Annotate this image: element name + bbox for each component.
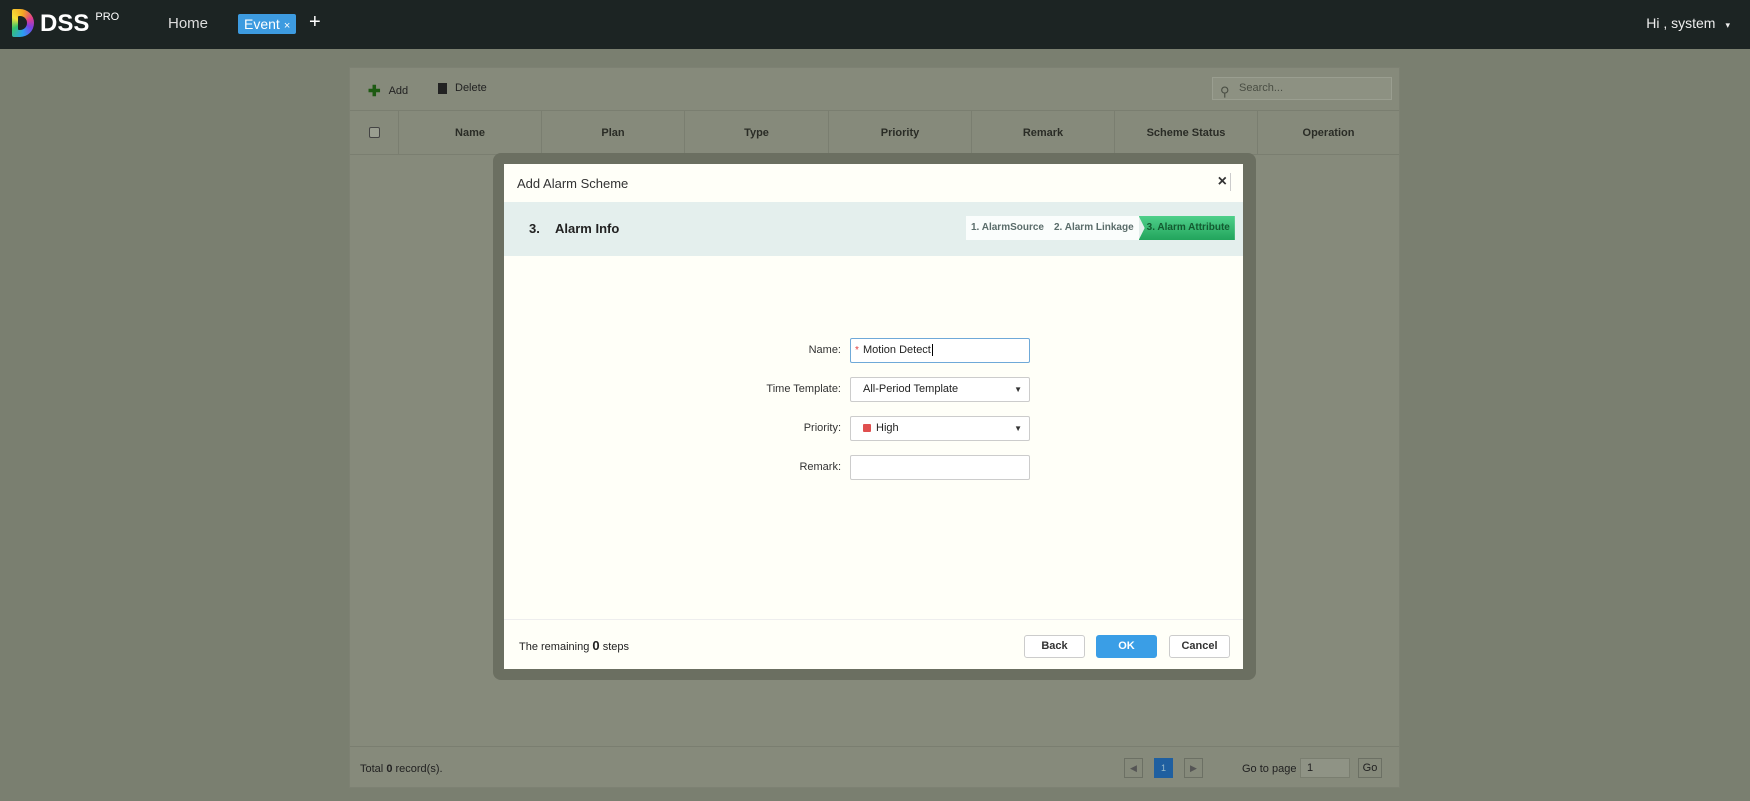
- priority-row: Priority: High ▼: [504, 416, 1243, 441]
- step-title: Alarm Info: [555, 221, 620, 236]
- priority-label: Priority:: [803, 422, 841, 434]
- pagination-bar: Total 0 record(s). ◀ 1 ▶ Go to page 1 Go: [350, 746, 1399, 788]
- user-greeting: Hi , system: [1646, 15, 1716, 31]
- page-1-button[interactable]: 1: [1154, 758, 1173, 778]
- search-input[interactable]: ⚲ Search...: [1212, 77, 1392, 100]
- name-input[interactable]: * Motion Detect: [850, 338, 1030, 363]
- remark-label: Remark:: [799, 461, 841, 473]
- goto-label: Go to page: [1242, 763, 1297, 775]
- tab-label: Event: [244, 16, 280, 32]
- ok-button[interactable]: OK: [1096, 635, 1157, 658]
- logo-sup: PRO: [95, 11, 120, 23]
- goto-page-input[interactable]: 1: [1300, 758, 1350, 778]
- dialog-footer: The remaining 0 steps Back OK Cancel: [504, 619, 1243, 669]
- total-count: 0: [386, 763, 393, 775]
- name-value: Motion Detect: [863, 344, 931, 356]
- remaining-steps: The remaining 0 steps: [519, 638, 629, 653]
- select-all-checkbox[interactable]: [368, 127, 380, 138]
- col-remark[interactable]: Remark: [972, 111, 1115, 154]
- text-cursor: [931, 344, 933, 356]
- time-template-row: Time Template: All-Period Template ▼: [504, 377, 1243, 402]
- total-suffix: record(s).: [395, 763, 443, 775]
- col-scheme-status[interactable]: Scheme Status: [1115, 111, 1258, 154]
- add-tab-button[interactable]: +: [309, 11, 321, 34]
- remaining-suffix: steps: [602, 641, 629, 653]
- priority-color-icon: [863, 424, 871, 432]
- go-button[interactable]: Go: [1358, 758, 1382, 778]
- col-plan[interactable]: Plan: [542, 111, 685, 154]
- nav-home[interactable]: Home: [168, 15, 208, 32]
- search-placeholder: Search...: [1239, 82, 1284, 94]
- remark-input[interactable]: [850, 455, 1030, 480]
- select-all-cell[interactable]: [350, 111, 399, 154]
- tab-close-icon[interactable]: ×: [284, 20, 290, 32]
- search-icon: ⚲: [1220, 84, 1230, 99]
- dss-logo: DSS PRO: [12, 9, 119, 39]
- priority-value: High: [876, 422, 899, 434]
- next-page-button[interactable]: ▶: [1184, 758, 1203, 778]
- dropdown-arrow-icon: ▼: [1014, 385, 1022, 394]
- remaining-count: 0: [592, 638, 600, 653]
- back-button[interactable]: Back: [1024, 635, 1085, 658]
- priority-select[interactable]: High ▼: [850, 416, 1030, 441]
- add-alarm-scheme-dialog: Add Alarm Scheme × 3. Alarm Info 1. Alar…: [504, 164, 1243, 669]
- time-template-select[interactable]: All-Period Template ▼: [850, 377, 1030, 402]
- name-label: Name:: [808, 344, 841, 356]
- step-alarm-source[interactable]: 1. AlarmSource: [966, 216, 1049, 240]
- tab-event[interactable]: Event ×: [238, 14, 297, 34]
- add-label: Add: [388, 85, 409, 97]
- close-icon[interactable]: ×: [1218, 173, 1231, 191]
- top-bar: DSS PRO Home Event × + Hi , system ▾: [0, 0, 1750, 49]
- time-template-value: All-Period Template: [863, 383, 959, 395]
- step-alarm-attribute[interactable]: 3. Alarm Attribute: [1138, 216, 1235, 240]
- logo-text: DSS: [40, 10, 90, 37]
- delete-button[interactable]: Delete: [438, 82, 487, 94]
- cancel-button[interactable]: Cancel: [1169, 635, 1230, 658]
- remaining-prefix: The remaining: [519, 641, 590, 653]
- prev-page-button[interactable]: ◀: [1124, 758, 1143, 778]
- total-prefix: Total: [360, 763, 384, 775]
- delete-label: Delete: [455, 82, 487, 94]
- chevron-down-icon: ▾: [1725, 20, 1730, 30]
- trash-icon: [438, 82, 447, 94]
- dropdown-arrow-icon: ▼: [1014, 424, 1022, 433]
- total-records: Total 0 record(s).: [360, 763, 443, 775]
- col-type[interactable]: Type: [685, 111, 829, 154]
- user-menu[interactable]: Hi , system ▾: [1646, 15, 1730, 31]
- add-button[interactable]: ✚ Add: [368, 82, 408, 100]
- plus-icon: ✚: [368, 83, 381, 100]
- remark-row: Remark:: [504, 455, 1243, 480]
- dialog-title: Add Alarm Scheme: [517, 176, 629, 191]
- step-alarm-linkage[interactable]: 2. Alarm Linkage: [1049, 216, 1139, 240]
- step-indicator: 1. AlarmSource 2. Alarm Linkage 3. Alarm…: [966, 216, 1235, 240]
- logo-icon: [12, 9, 34, 37]
- table-header: Name Plan Type Priority Remark Scheme St…: [350, 110, 1399, 155]
- col-operation[interactable]: Operation: [1258, 111, 1399, 154]
- step-number: 3.: [529, 221, 540, 236]
- col-name[interactable]: Name: [399, 111, 542, 154]
- col-priority[interactable]: Priority: [829, 111, 972, 154]
- name-row: Name: * Motion Detect: [504, 338, 1243, 363]
- required-mark: *: [855, 345, 859, 356]
- time-template-label: Time Template:: [766, 383, 841, 395]
- step-header: 3. Alarm Info 1. AlarmSource 2. Alarm Li…: [504, 202, 1243, 256]
